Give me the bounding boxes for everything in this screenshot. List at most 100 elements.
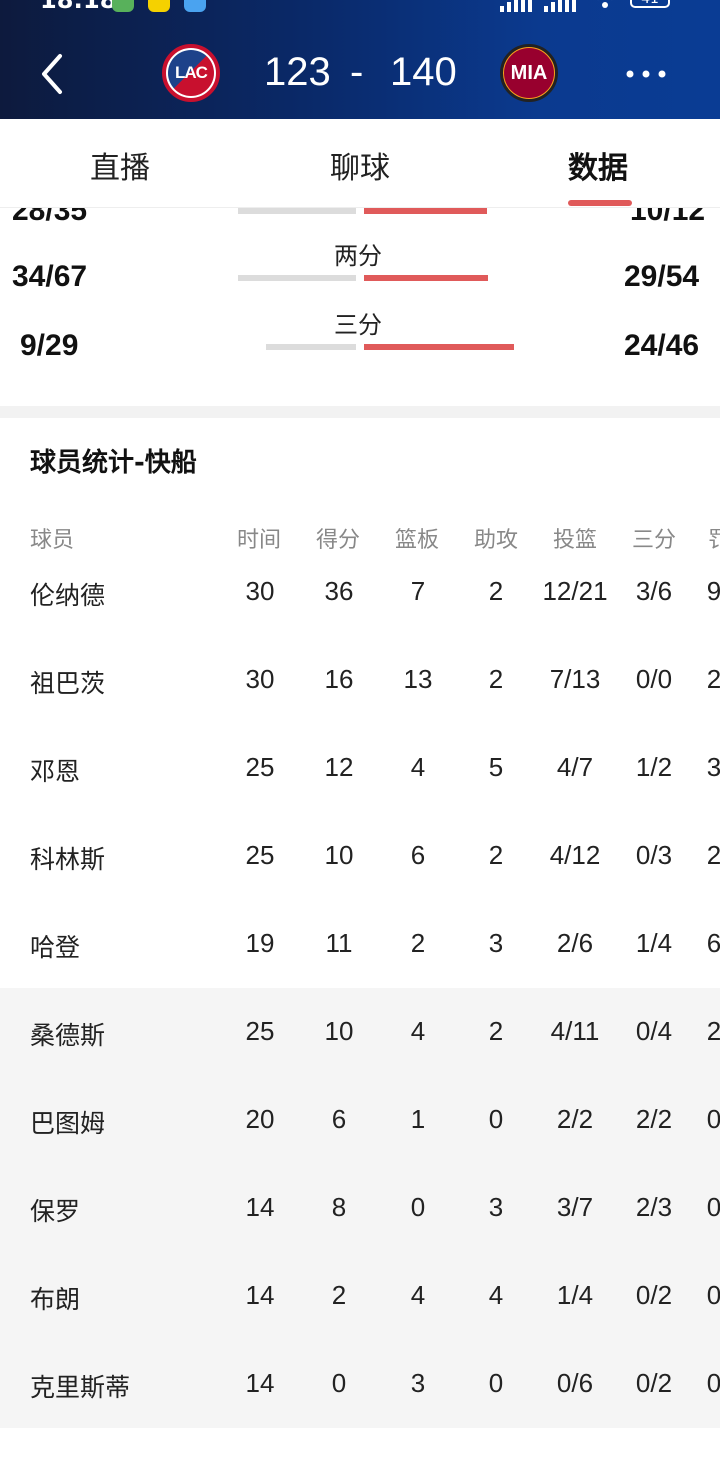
cell-three-pointers: 1/4 [635,928,673,958]
cell-player-name[interactable]: 保罗 [30,1192,80,1228]
score-separator: - [350,50,364,94]
cell-points: 8 [331,1192,347,1222]
tab-live[interactable]: 直播 [90,143,150,187]
cell-rebounds: 2 [410,928,426,958]
cell-field-goals: 3/7 [556,1192,594,1222]
cell-points: 11 [325,928,353,958]
cell-assists: 2 [488,664,504,694]
table-row[interactable]: 布朗 14 2 4 4 1/4 0/2 0 [0,1252,720,1340]
cell-free-throws: 0 [706,1368,720,1398]
cell-player-name[interactable]: 伦纳德 [30,576,105,612]
cell-player-name[interactable]: 巴图姆 [30,1104,105,1140]
clippers-logo-text: LAC [168,50,214,96]
table-row[interactable]: 巴图姆 20 6 1 0 2/2 2/2 0 [0,1076,720,1164]
cell-points: 6 [331,1104,347,1134]
cell-minutes: 25 [245,1016,275,1046]
cell-player-name[interactable]: 布朗 [30,1280,80,1316]
cell-rebounds: 0 [410,1192,426,1222]
home-shooting-bar [238,208,356,214]
cell-player-name[interactable]: 科林斯 [30,840,105,876]
clippers-logo[interactable]: LAC [162,44,220,102]
cell-assists: 4 [488,1280,504,1310]
cell-field-goals: 0/6 [556,1368,594,1398]
cell-player-name[interactable]: 哈登 [30,928,80,964]
cell-free-throws: 3 [706,752,720,782]
away-score: 140 [390,50,457,94]
heat-logo[interactable]: MIA [500,44,558,102]
cell-assists: 0 [488,1104,504,1134]
cell-free-throws: 6 [706,928,720,958]
cell-player-name[interactable]: 桑德斯 [30,1016,105,1052]
cell-three-pointers: 1/2 [635,752,673,782]
cell-free-throws: 2 [706,1016,720,1046]
cell-three-pointers: 0/0 [635,664,673,694]
cell-player-name[interactable]: 克里斯蒂 [30,1368,130,1404]
cell-assists: 0 [488,1368,504,1398]
cell-minutes: 14 [245,1280,275,1310]
cell-player-name[interactable]: 邓恩 [30,752,80,788]
cell-player-name[interactable]: 祖巴茨 [30,664,105,700]
tab-bar: 直播 聊球 数据 [0,119,720,208]
cell-three-pointers: 0/2 [635,1368,673,1398]
table-row[interactable]: 祖巴茨 30 16 13 2 7/13 0/0 2 [0,636,720,724]
cell-three-pointers: 0/4 [635,1016,673,1046]
table-row[interactable]: 伦纳德 30 36 7 2 12/21 3/6 9 [0,548,720,636]
active-tab-indicator [568,200,632,206]
three-point-label: 三分 [334,311,382,339]
player-stats-title: 球员统计-快船 [30,448,197,478]
home-two-point-bar [238,275,356,281]
cell-free-throws: 0 [706,1192,720,1222]
away-shooting-value: 10/12 [630,208,706,227]
app-notification-icon [184,0,206,12]
cell-rebounds: 4 [410,1016,426,1046]
cell-rebounds: 1 [410,1104,426,1134]
cell-rebounds: 7 [410,576,426,606]
chevron-left-icon [42,54,62,94]
cell-rebounds: 6 [410,840,426,870]
cell-assists: 5 [488,752,504,782]
cell-minutes: 20 [245,1104,275,1134]
away-two-point-value: 29/54 [624,260,700,293]
cell-rebounds: 4 [410,1280,426,1310]
home-two-point-value: 34/67 [12,260,88,293]
cell-points: 16 [324,664,354,694]
shooting-comparison: 28/35 10/12 两分 34/67 29/54 三分 9/29 24/46 [0,208,720,406]
cell-field-goals: 4/7 [556,752,594,782]
more-notifications-icon: ••• [228,0,273,11]
cell-minutes: 25 [245,840,275,870]
home-shooting-value: 28/35 [12,208,88,227]
home-score: 123 [264,50,331,94]
app-notification-icon [148,0,170,12]
table-row[interactable]: 克里斯蒂 14 0 3 0 0/6 0/2 0 [0,1340,720,1428]
cell-assists: 2 [488,840,504,870]
match-header: 18:18 ••• 41 LAC 123 - 140 MIA [0,0,720,119]
cell-three-pointers: 0/3 [635,840,673,870]
app-notification-icon [112,0,134,12]
table-row[interactable]: 保罗 14 8 0 3 3/7 2/3 0 [0,1164,720,1252]
table-row[interactable]: 科林斯 25 10 6 2 4/12 0/3 2 [0,812,720,900]
table-row[interactable]: 邓恩 25 12 4 5 4/7 1/2 3 [0,724,720,812]
back-button[interactable] [34,52,74,96]
table-row[interactable]: 哈登 19 11 2 3 2/6 1/4 6 [0,900,720,988]
cell-free-throws: 9 [706,576,720,606]
away-two-point-bar [364,275,488,281]
table-row[interactable]: 桑德斯 25 10 4 2 4/11 0/4 2 [0,988,720,1076]
tab-chat[interactable]: 聊球 [330,143,390,187]
cell-points: 10 [324,840,354,870]
cell-minutes: 14 [245,1192,275,1222]
cell-three-pointers: 2/2 [635,1104,673,1134]
away-three-point-value: 24/46 [624,329,700,362]
cell-minutes: 14 [245,1368,275,1398]
cell-free-throws: 2 [706,664,720,694]
cell-assists: 2 [488,576,504,606]
two-point-label: 两分 [334,242,382,270]
signal-icon [544,0,576,12]
cell-rebounds: 13 [403,664,433,694]
cell-minutes: 19 [245,928,275,958]
cell-assists: 2 [488,1016,504,1046]
cell-assists: 3 [488,1192,504,1222]
cell-points: 2 [331,1280,347,1310]
more-options-button[interactable] [620,56,672,92]
tab-stats[interactable]: 数据 [568,143,628,187]
cell-points: 10 [324,1016,354,1046]
